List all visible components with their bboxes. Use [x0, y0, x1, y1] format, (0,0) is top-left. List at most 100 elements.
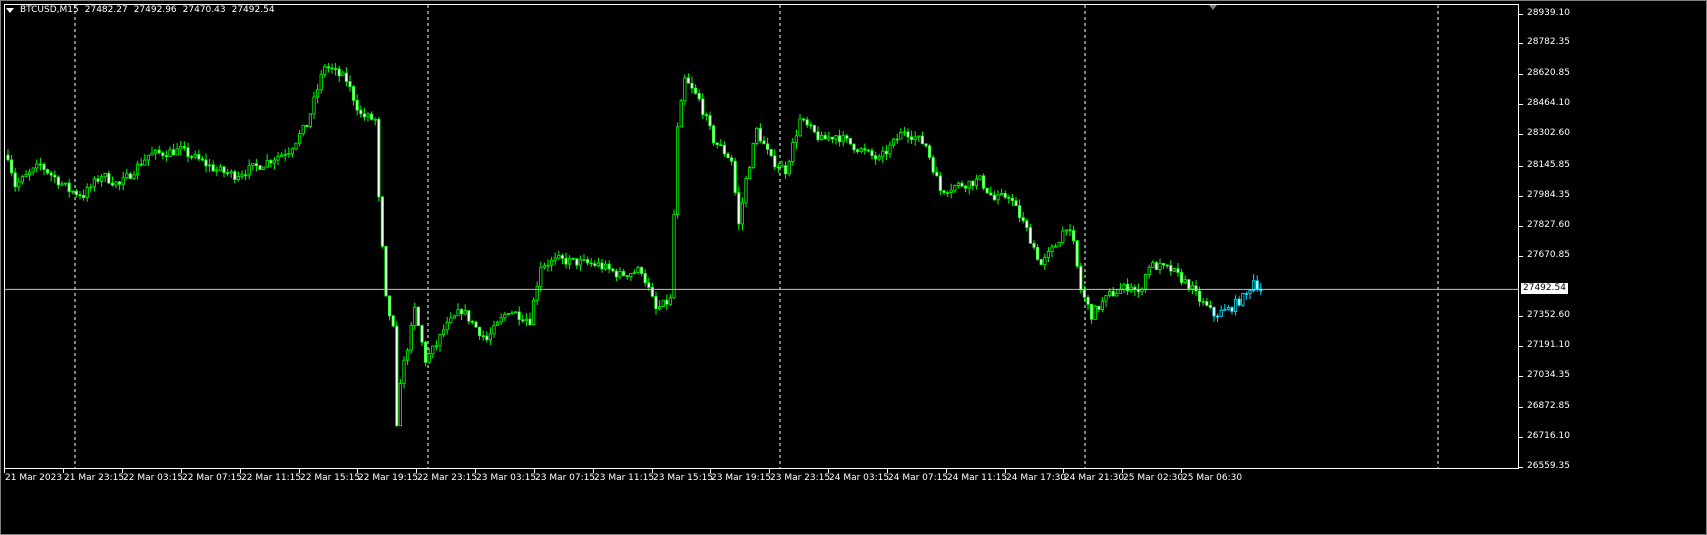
candle-body [1075, 240, 1079, 267]
candle-body [118, 181, 122, 185]
candle-body [719, 144, 723, 147]
candle-body [1118, 288, 1122, 294]
candle-body [1032, 243, 1036, 248]
candle-body [899, 132, 903, 140]
price-tick-label: 27191.10 [1527, 340, 1570, 350]
candle-body [333, 68, 338, 71]
candle-body [528, 318, 532, 325]
candle-body [769, 149, 773, 157]
time-tick-label: 22 Mar 03:15 [123, 473, 184, 483]
candle-body [326, 66, 331, 69]
candle-body [348, 81, 352, 87]
candle-body [982, 175, 986, 189]
candle-body [42, 164, 46, 170]
candle-body [917, 135, 921, 138]
candle-body [405, 349, 410, 361]
candle-body [323, 66, 327, 75]
candle-body [568, 257, 572, 265]
price-tick [1519, 226, 1523, 227]
candle-body [308, 113, 313, 128]
candle-body [1021, 217, 1025, 222]
candle-body [593, 263, 597, 266]
candle-body [978, 175, 982, 180]
time-tick-label: 23 Mar 11:15 [594, 473, 655, 483]
candle-body [521, 319, 525, 322]
time-tick-label: 24 Mar 07:15 [888, 473, 949, 483]
candle-body [13, 172, 17, 188]
candle-body [200, 158, 204, 161]
candle-body [467, 310, 471, 322]
candle-body [1190, 285, 1194, 290]
candle-body [1072, 230, 1076, 242]
candle-body [643, 273, 647, 284]
candle-body [517, 311, 521, 321]
candle-body [269, 160, 273, 164]
candle-body [413, 306, 417, 326]
candle-body [949, 189, 953, 193]
time-tick-label: 25 Mar 02:30 [1123, 473, 1184, 483]
candle-body [168, 149, 172, 157]
dropdown-triangle-icon[interactable] [6, 7, 14, 13]
candle-body [582, 259, 586, 262]
candle-body [128, 173, 132, 179]
candle-body [560, 255, 565, 259]
candle-body [305, 124, 309, 128]
candle-body [1226, 307, 1230, 310]
candle-body [816, 131, 820, 141]
candle-body [207, 164, 212, 167]
candle-body [258, 165, 262, 170]
candle-body [658, 306, 662, 310]
candle-body [1216, 315, 1220, 318]
candle-body [859, 148, 863, 152]
time-tick-label: 24 Mar 17:30 [1006, 473, 1067, 483]
candle-body [499, 317, 503, 323]
candle-body [153, 149, 158, 154]
price-tick [1519, 196, 1523, 197]
candle-body [1198, 290, 1202, 302]
candle-body [31, 167, 35, 173]
time-tick-label: 24 Mar 03:15 [829, 473, 890, 483]
candle-body [740, 202, 745, 225]
candle-body [157, 149, 161, 154]
candle-body [830, 136, 835, 140]
candle-body [694, 87, 698, 94]
time-tick-label: 23 Mar 15:15 [653, 473, 714, 483]
time-tick-label: 24 Mar 11:15 [947, 473, 1008, 483]
candle-body [64, 182, 68, 185]
candle-body [848, 137, 853, 145]
candle-body [456, 309, 460, 317]
candle-body [409, 325, 413, 351]
candle-body [1100, 300, 1104, 310]
candle-body [78, 194, 82, 197]
candle-body [992, 194, 997, 201]
candle-body [481, 335, 485, 338]
candle-body [920, 135, 925, 145]
candle-body [1046, 251, 1050, 258]
candle-body [315, 89, 320, 98]
candle-body [604, 263, 608, 270]
candle-body [373, 118, 377, 121]
ohlc-high: 27492.96 [133, 5, 177, 15]
candle-body [359, 109, 363, 115]
price-tick [1519, 437, 1523, 438]
price-tick [1519, 256, 1523, 257]
candle-body [92, 178, 96, 188]
candle-body [668, 297, 673, 305]
candle-body [391, 315, 395, 327]
time-tick-label: 22 Mar 15:15 [300, 473, 361, 483]
candle-body [1050, 246, 1054, 252]
candle-body [1057, 241, 1061, 247]
candle-body [866, 149, 871, 152]
price-tick [1519, 376, 1523, 377]
candle-body [114, 181, 118, 186]
candle-body [697, 92, 701, 100]
candle-body [730, 157, 734, 162]
candle-body [218, 166, 222, 171]
candle-body [1169, 265, 1173, 272]
candle-body [974, 178, 979, 187]
candle-body [895, 138, 899, 141]
candle-body [611, 268, 615, 272]
candle-body [618, 271, 622, 278]
candle-body [913, 136, 917, 141]
candle-body [103, 173, 107, 178]
